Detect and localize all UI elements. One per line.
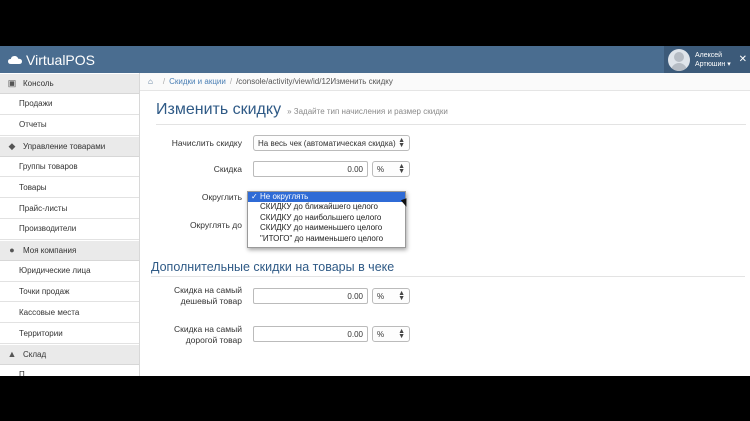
select-arrows-icon: ▲ ▼: [398, 328, 405, 340]
select-arrows-icon: ▲ ▼: [398, 290, 405, 302]
users-icon: ●: [9, 245, 15, 256]
user-surname: Артюшин ▾: [695, 60, 731, 68]
sidebar-item-legal-entities[interactable]: Юридические лица: [0, 260, 139, 282]
dropdown-option[interactable]: СКИДКУ до ближайшего целого: [248, 202, 405, 212]
sidebar-item-price-lists[interactable]: Прайс-листы: [0, 198, 139, 219]
cheap-input[interactable]: 0.00: [253, 288, 368, 304]
breadcrumb: ⌂ / Скидки и акции / /console/activity/v…: [140, 73, 750, 91]
charge-label: Начислить скидку: [171, 138, 242, 148]
home-icon[interactable]: ⌂: [148, 77, 153, 86]
section2-title: Дополнительные скидки на товары в чеке: [151, 260, 395, 274]
page-subtitle: » Задайте тип начисления и размер скидки: [287, 107, 448, 116]
dropdown-option[interactable]: "ИТОГО" до наименьшего целого: [248, 234, 405, 244]
page-header: Изменить скидку » Задайте тип начисления…: [156, 101, 746, 125]
dropdown-option[interactable]: Не округлять: [248, 192, 405, 203]
expensive-label: Скидка на самый дорогой товар: [173, 324, 242, 345]
app-window: VirtualPOS Алексей Артюшин ▾ ✕ ▣ Консоль…: [0, 46, 750, 376]
dropdown-option[interactable]: СКИДКУ до наибольшего целого: [248, 213, 405, 223]
sidebar-section-warehouse[interactable]: ▲ Склад: [0, 343, 139, 365]
expensive-input[interactable]: 0.00: [253, 326, 368, 342]
cheap-label: Скидка на самый дешевый товар: [173, 285, 242, 306]
divider: [151, 276, 745, 277]
sidebar-section-console[interactable]: ▣ Консоль: [0, 73, 139, 94]
sidebar-item-manufacturers[interactable]: Производители: [0, 218, 139, 240]
cheap-unit-select[interactable]: % ▲ ▼: [372, 288, 410, 304]
sidebar-item-territories[interactable]: Территории: [0, 323, 139, 344]
sidebar-item-products[interactable]: Товары: [0, 177, 139, 199]
round-label: Округлить: [201, 192, 242, 202]
charge-select[interactable]: На весь чек (автоматическая скидка) ▲ ▼: [253, 135, 410, 151]
select-arrows-icon: ▲ ▼: [398, 137, 405, 149]
discount-input[interactable]: 0.00: [253, 161, 368, 177]
sidebar: ▣ Консоль Продажи Отчеты ◆ Управление то…: [0, 73, 140, 376]
sidebar-item-warehouse-sub[interactable]: П...: [0, 364, 139, 376]
sidebar-item-cash-desks[interactable]: Кассовые места: [0, 302, 139, 324]
sidebar-item-product-groups[interactable]: Группы товаров: [0, 156, 139, 178]
user-name: Алексей: [695, 51, 723, 59]
avatar: [668, 48, 690, 71]
breadcrumb-current: /console/activity/view/id/12Изменить ски…: [236, 77, 393, 86]
user-menu[interactable]: Алексей Артюшин ▾ ✕: [664, 46, 750, 73]
top-bar: VirtualPOS Алексей Артюшин ▾ ✕: [0, 46, 750, 73]
main-content: ⌂ / Скидки и акции / /console/activity/v…: [140, 73, 750, 376]
menu-toggle-icon[interactable]: ✕: [739, 54, 747, 65]
sidebar-section-company[interactable]: ● Моя компания: [0, 239, 139, 261]
page-title: Изменить скидку: [156, 101, 282, 118]
app-name: VirtualPOS: [26, 52, 95, 68]
cubes-icon: ◆: [8, 140, 16, 151]
cloud-icon: [8, 52, 22, 68]
select-arrows-icon: ▲ ▼: [398, 163, 405, 175]
sidebar-item-reports[interactable]: Отчеты: [0, 114, 139, 136]
breadcrumb-link[interactable]: Скидки и акции: [169, 77, 226, 86]
warehouse-icon: ▲: [7, 349, 17, 360]
expensive-unit-select[interactable]: % ▲ ▼: [372, 326, 410, 342]
discount-label: Скидка: [213, 164, 242, 174]
round-to-label: Округлять до: [189, 220, 242, 230]
sidebar-item-sales[interactable]: Продажи: [0, 94, 139, 115]
dashboard-icon: ▣: [7, 78, 17, 88]
sidebar-item-points-of-sale[interactable]: Точки продаж: [0, 281, 139, 303]
dropdown-option[interactable]: СКИДКУ до наименьшего целого: [248, 223, 405, 233]
round-dropdown-list[interactable]: Не округлять СКИДКУ до ближайшего целого…: [247, 191, 406, 248]
logo[interactable]: VirtualPOS: [8, 50, 95, 70]
sidebar-section-products[interactable]: ◆ Управление товарами: [0, 135, 139, 157]
discount-unit-select[interactable]: % ▲ ▼: [372, 161, 410, 177]
